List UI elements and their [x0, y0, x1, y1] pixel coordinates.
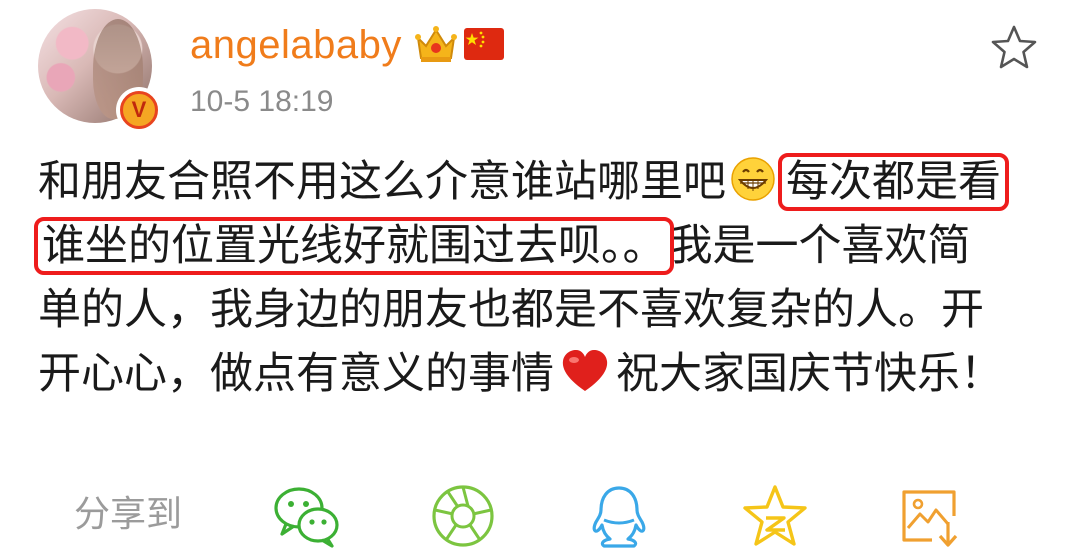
china-flag-icon	[464, 28, 504, 60]
wechat-icon[interactable]	[272, 484, 342, 548]
post-line-1: 和朋友合照不用这么介意谁站哪里吧 每次都是看	[38, 150, 1048, 214]
qzone-icon[interactable]	[740, 484, 810, 548]
avatar[interactable]: V	[38, 9, 162, 133]
save-image-icon[interactable]	[896, 484, 966, 548]
post-line-4: 开心心，做点有意义的事情 祝大家国庆节快乐！	[38, 349, 1003, 399]
heart-emoji-icon	[562, 350, 608, 391]
star-outline-icon[interactable]	[990, 24, 1038, 70]
highlight-box-1: 每次都是看	[778, 153, 1009, 211]
verified-badge: V	[116, 87, 162, 133]
moments-icon[interactable]	[428, 484, 498, 548]
post-text: 和朋友合照不用这么介意谁站哪里吧 每次都是看 谁坐的位置光线好就围过去呗。。我是…	[34, 150, 1048, 406]
qq-icon[interactable]	[584, 484, 654, 548]
post-line-3: 单的人，我身边的朋友也都是不喜欢复杂的人。开	[38, 285, 984, 335]
crown-icon	[415, 26, 457, 62]
highlight-box-2: 谁坐的位置光线好就围过去呗。。	[34, 217, 674, 275]
username-link[interactable]: angelababy	[190, 22, 402, 68]
grin-emoji-icon	[731, 157, 775, 201]
post-line-2: 谁坐的位置光线好就围过去呗。。我是一个喜欢简	[34, 214, 1048, 278]
share-label: 分享到	[74, 494, 183, 535]
post-timestamp: 10-5 18:19	[190, 85, 334, 118]
